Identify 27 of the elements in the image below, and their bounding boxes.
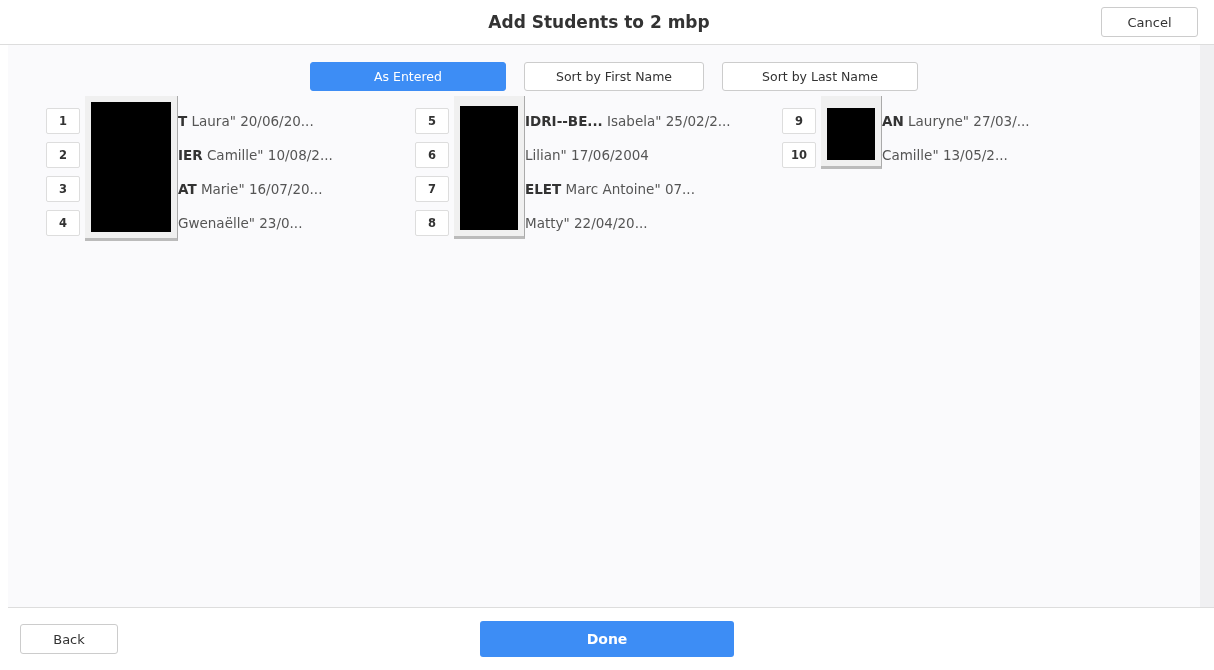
back-button[interactable]: Back [20, 624, 118, 654]
redaction-block [827, 108, 875, 160]
number-badge: 5 [415, 108, 449, 134]
number-badge: 10 [782, 142, 816, 168]
number-badge: 6 [415, 142, 449, 168]
student-entry[interactable]: IDRI--BE... Isabela" 25/02/2... [525, 108, 731, 134]
student-entry[interactable]: T Laura" 20/06/20... [178, 108, 333, 134]
student-entry[interactable]: ELET Marc Antoine" 07... [525, 176, 731, 202]
sort-button[interactable]: Sort by First Name [524, 62, 704, 91]
number-badge: 7 [415, 176, 449, 202]
cancel-button[interactable]: Cancel [1101, 7, 1198, 37]
student-entry[interactable]: Matty" 22/04/20... [525, 210, 731, 236]
student-entry[interactable]: Camille" 13/05/2... [882, 142, 1030, 168]
number-badge: 9 [782, 108, 816, 134]
student-entry[interactable]: Lilian" 17/06/2004 [525, 142, 731, 168]
number-badge: 8 [415, 210, 449, 236]
dialog-title: Add Students to 2 mbp [488, 12, 710, 32]
sort-button[interactable]: Sort by Last Name [722, 62, 918, 91]
number-badge: 2 [46, 142, 80, 168]
number-badge: 4 [46, 210, 80, 236]
number-badge: 3 [46, 176, 80, 202]
student-entry[interactable]: AT Marie" 16/07/20... [178, 176, 333, 202]
student-entry[interactable]: AN Lauryne" 27/03/... [882, 108, 1030, 134]
student-entry[interactable]: Gwenaëlle" 23/0... [178, 210, 333, 236]
scrollbar[interactable] [1200, 45, 1214, 607]
number-badge: 1 [46, 108, 80, 134]
student-entry[interactable]: IER Camille" 10/08/2... [178, 142, 333, 168]
